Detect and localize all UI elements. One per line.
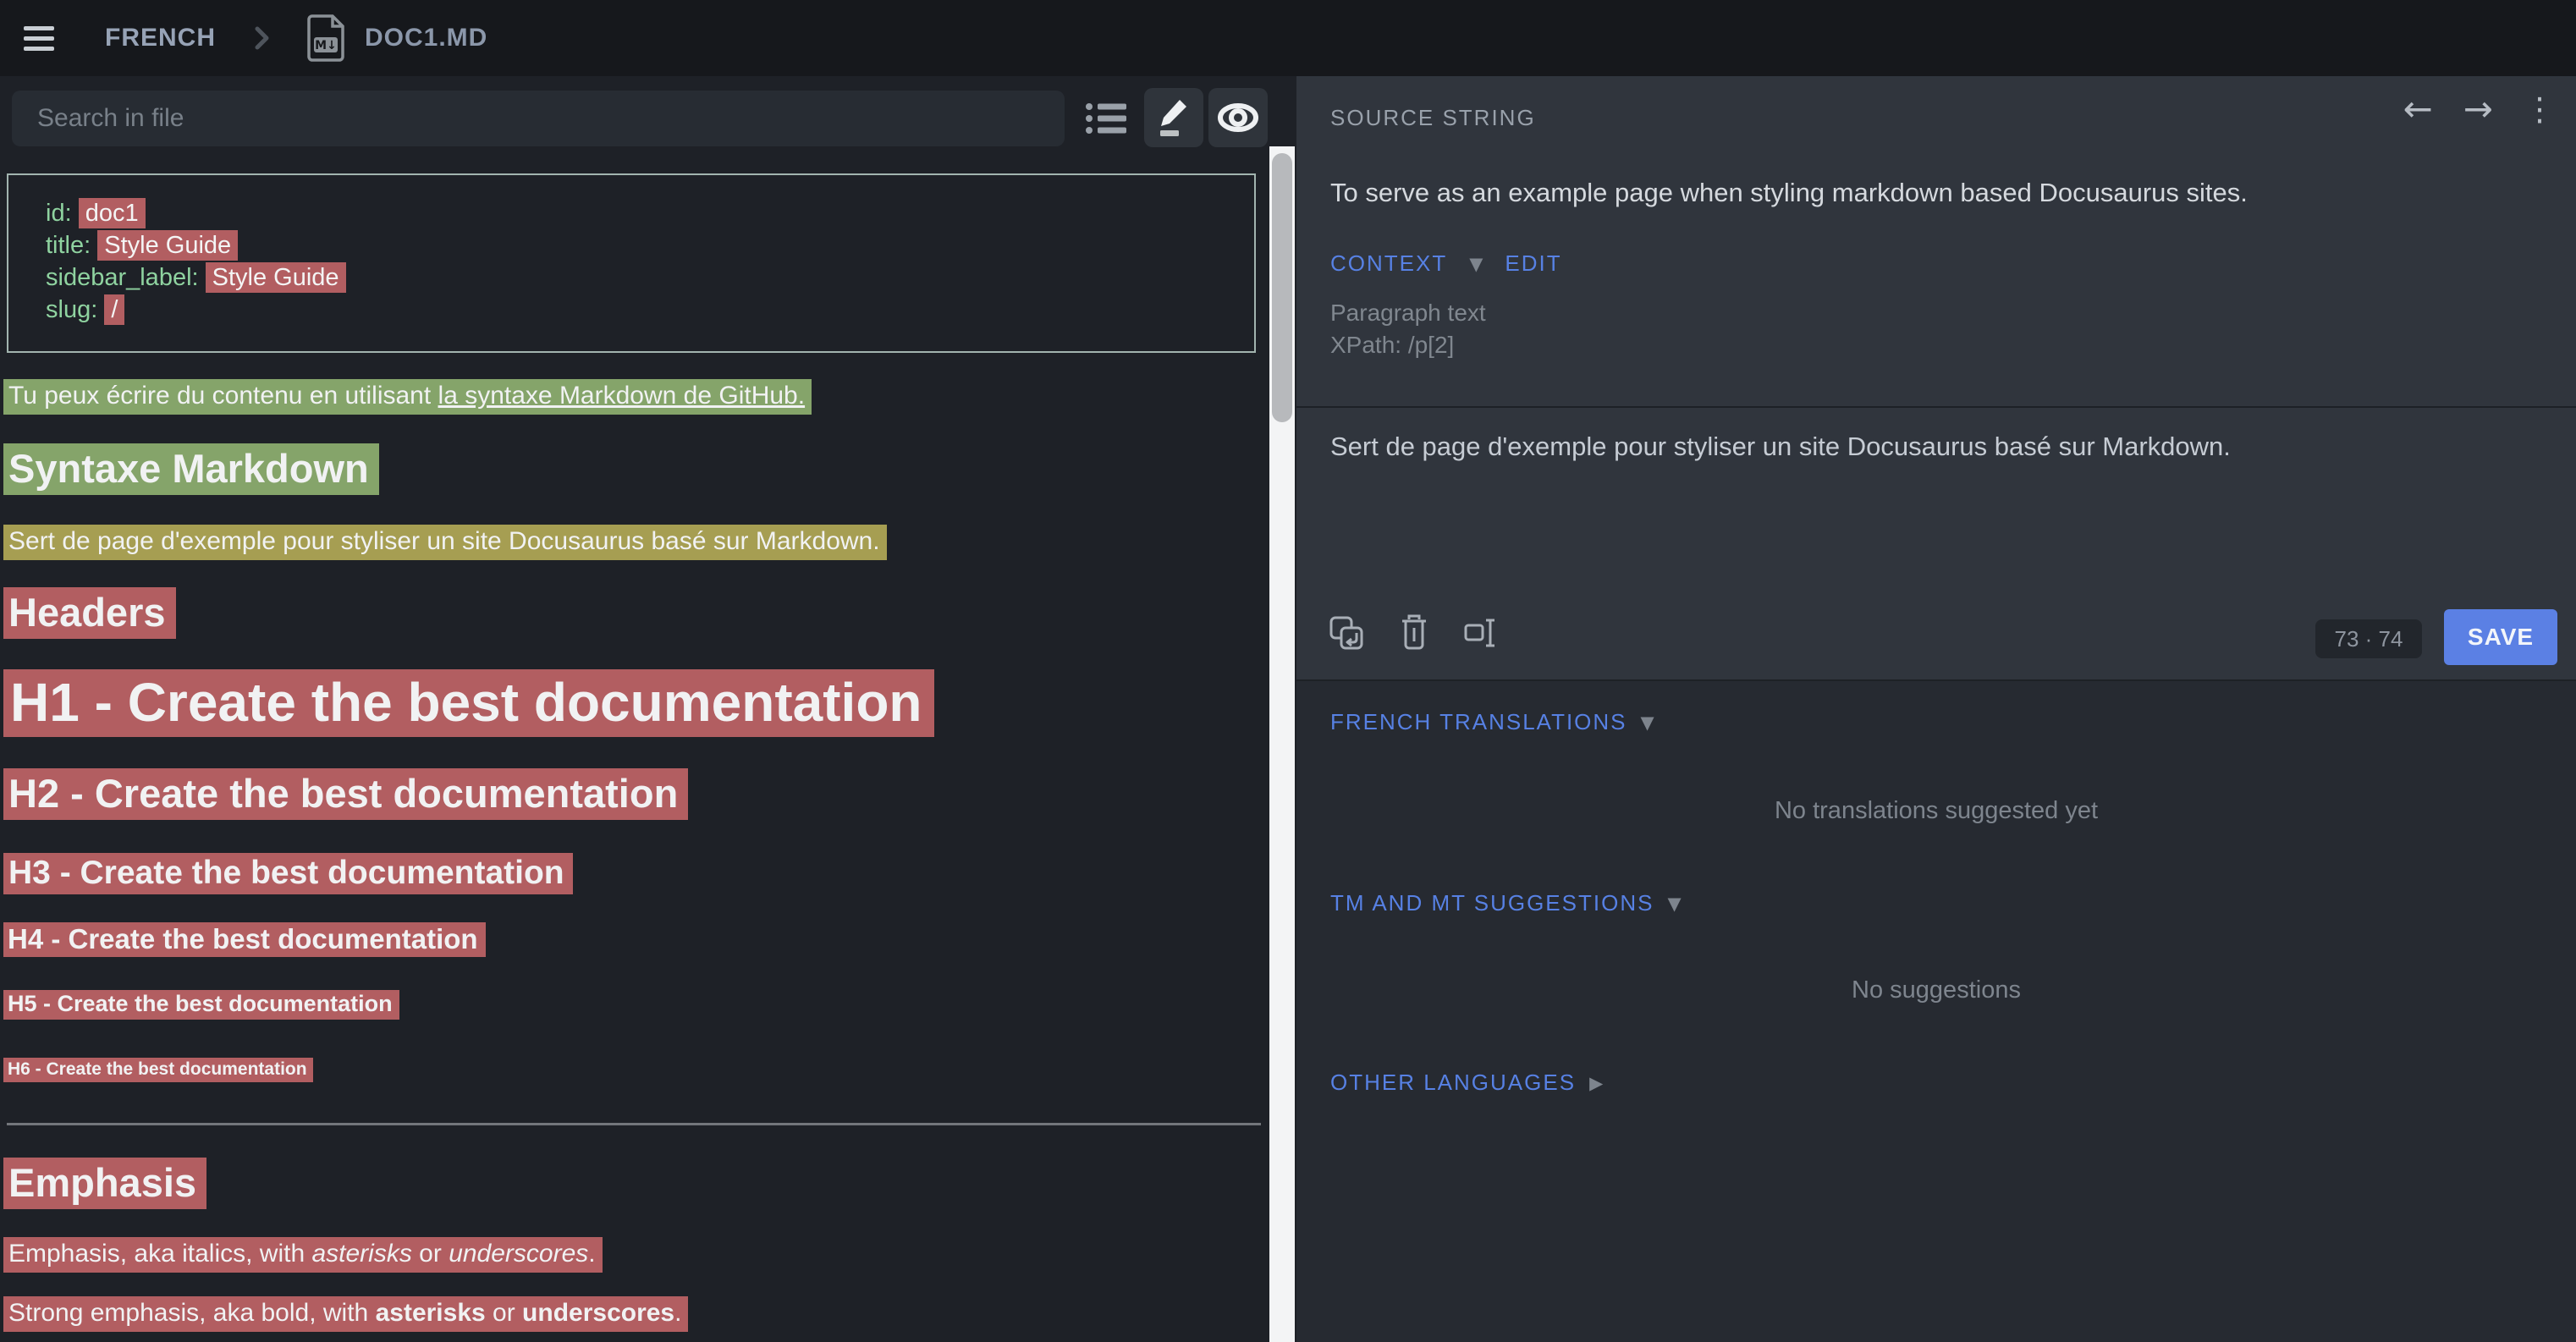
translation-input[interactable]: Sert de page d'exemple pour styliser un … [1330,432,2540,584]
scrollbar-thumb[interactable] [1272,153,1292,422]
string-highlight[interactable]: H1 - Create the best documentation [3,669,934,737]
translations-empty-text: No translations suggested yet [1296,797,2576,825]
heading-h2: H2 - Create the best documentation [3,768,688,820]
svg-text:M↓: M↓ [315,39,337,52]
markdown-file-icon: M↓ [305,14,346,63]
delete-translation-button[interactable] [1395,611,1434,655]
copy-source-button[interactable] [1327,611,1366,655]
syntax-heading: Syntaxe Markdown [3,443,379,495]
text-select-icon [1462,613,1501,652]
active-string-highlight[interactable]: Sert de page d'exemple pour styliser un … [3,525,887,560]
previous-string-button[interactable]: ← [2403,91,2433,127]
headers-heading: Headers [3,587,176,639]
chevron-down-icon: ▼ [1469,254,1483,274]
context-type: Paragraph text [1330,300,1486,327]
link-text: la syntaxe Markdown de GitHub. [438,382,806,410]
frontmatter-line: id: doc1 [46,197,1254,229]
trash-icon [1397,613,1431,653]
menu-icon[interactable] [24,26,54,51]
source-string-title: SOURCE STRING [1330,105,1536,131]
heading-h6: H6 - Create the best documentation [3,1058,313,1082]
string-highlight[interactable]: Tu peux écrire du contenu en utilisant l… [3,379,812,415]
save-button[interactable]: SAVE [2444,609,2557,665]
topbar: FRENCH M↓ DOC1.MD [0,0,2576,76]
breadcrumb-file: DOC1.MD [365,24,487,52]
context-toggle[interactable]: CONTEXT [1330,250,1447,277]
heading-h3: H3 - Create the best documentation [3,853,573,894]
emphasis-heading: Emphasis [3,1158,206,1209]
horizontal-rule [7,1123,1261,1125]
source-text: To serve as an example page when styling… [1330,178,2248,208]
intro-paragraph: Tu peux écrire du contenu en utilisant l… [3,379,812,415]
emphasis-paragraph: Emphasis, aka italics, with asterisks or… [3,1237,603,1273]
string-highlight[interactable]: / [104,294,124,325]
string-highlight[interactable]: Syntaxe Markdown [3,443,379,495]
more-menu-icon[interactable]: ⋮ [2524,93,2556,125]
chevron-down-icon: ▼ [1667,894,1681,914]
xpath-info: XPath: /p[2] [1330,332,1454,359]
chevron-right-icon [255,26,270,50]
breadcrumb-project[interactable]: FRENCH [105,24,216,52]
heading-h4: H4 - Create the best documentation [3,922,486,957]
string-highlight[interactable]: Strong emphasis, aka bold, with asterisk… [3,1296,688,1332]
string-highlight[interactable]: H3 - Create the best documentation [3,853,573,894]
edit-context-button[interactable]: EDIT [1505,250,1561,277]
french-translations-toggle[interactable]: FRENCH TRANSLATIONS [1330,709,1627,735]
string-highlight[interactable]: H4 - Create the best documentation [3,922,486,957]
active-string-paragraph: Sert de page d'exemple pour styliser un … [3,525,887,560]
string-highlight[interactable]: Emphasis, aka italics, with asterisks or… [3,1237,603,1273]
strong-paragraph: Strong emphasis, aka bold, with asterisk… [3,1296,688,1332]
string-highlight[interactable]: Style Guide [206,262,346,293]
string-highlight[interactable]: doc1 [79,198,146,228]
string-highlight[interactable]: H5 - Create the best documentation [3,990,399,1020]
heading-h5: H5 - Create the best documentation [3,990,399,1020]
select-text-button[interactable] [1462,611,1501,655]
character-counter: 73 · 74 [2315,619,2422,658]
frontmatter-block: id: doc1 title: Style Guide sidebar_labe… [7,173,1256,353]
frontmatter-line: sidebar_label: Style Guide [46,261,1254,294]
translation-panel: SOURCE STRING ← → ⋮ To serve as an examp… [1296,76,2576,1342]
heading-h1: H1 - Create the best documentation [3,669,934,737]
frontmatter-line: title: Style Guide [46,229,1254,261]
divider [1296,406,2576,408]
document-scrollbar[interactable] [1269,146,1295,1342]
tm-mt-suggestions-toggle[interactable]: TM AND MT SUGGESTIONS [1330,890,1654,916]
source-string-card: SOURCE STRING ← → ⋮ To serve as an examp… [1296,76,2576,681]
frontmatter-line: slug: / [46,294,1254,326]
string-highlight[interactable]: Style Guide [97,230,238,261]
other-languages-toggle[interactable]: OTHER LANGUAGES [1330,1070,1576,1096]
string-highlight[interactable]: Emphasis [3,1158,206,1209]
document-preview: id: doc1 title: Style Guide sidebar_labe… [0,0,1269,1342]
string-highlight[interactable]: H2 - Create the best documentation [3,768,688,820]
string-highlight[interactable]: H6 - Create the best documentation [3,1058,313,1082]
chevron-right-icon: ▶ [1589,1073,1603,1093]
copy-icon [1327,613,1366,652]
chevron-down-icon: ▼ [1641,712,1654,733]
string-highlight[interactable]: Headers [3,587,176,639]
next-string-button[interactable]: → [2463,91,2493,127]
suggestions-empty-text: No suggestions [1296,976,2576,1004]
